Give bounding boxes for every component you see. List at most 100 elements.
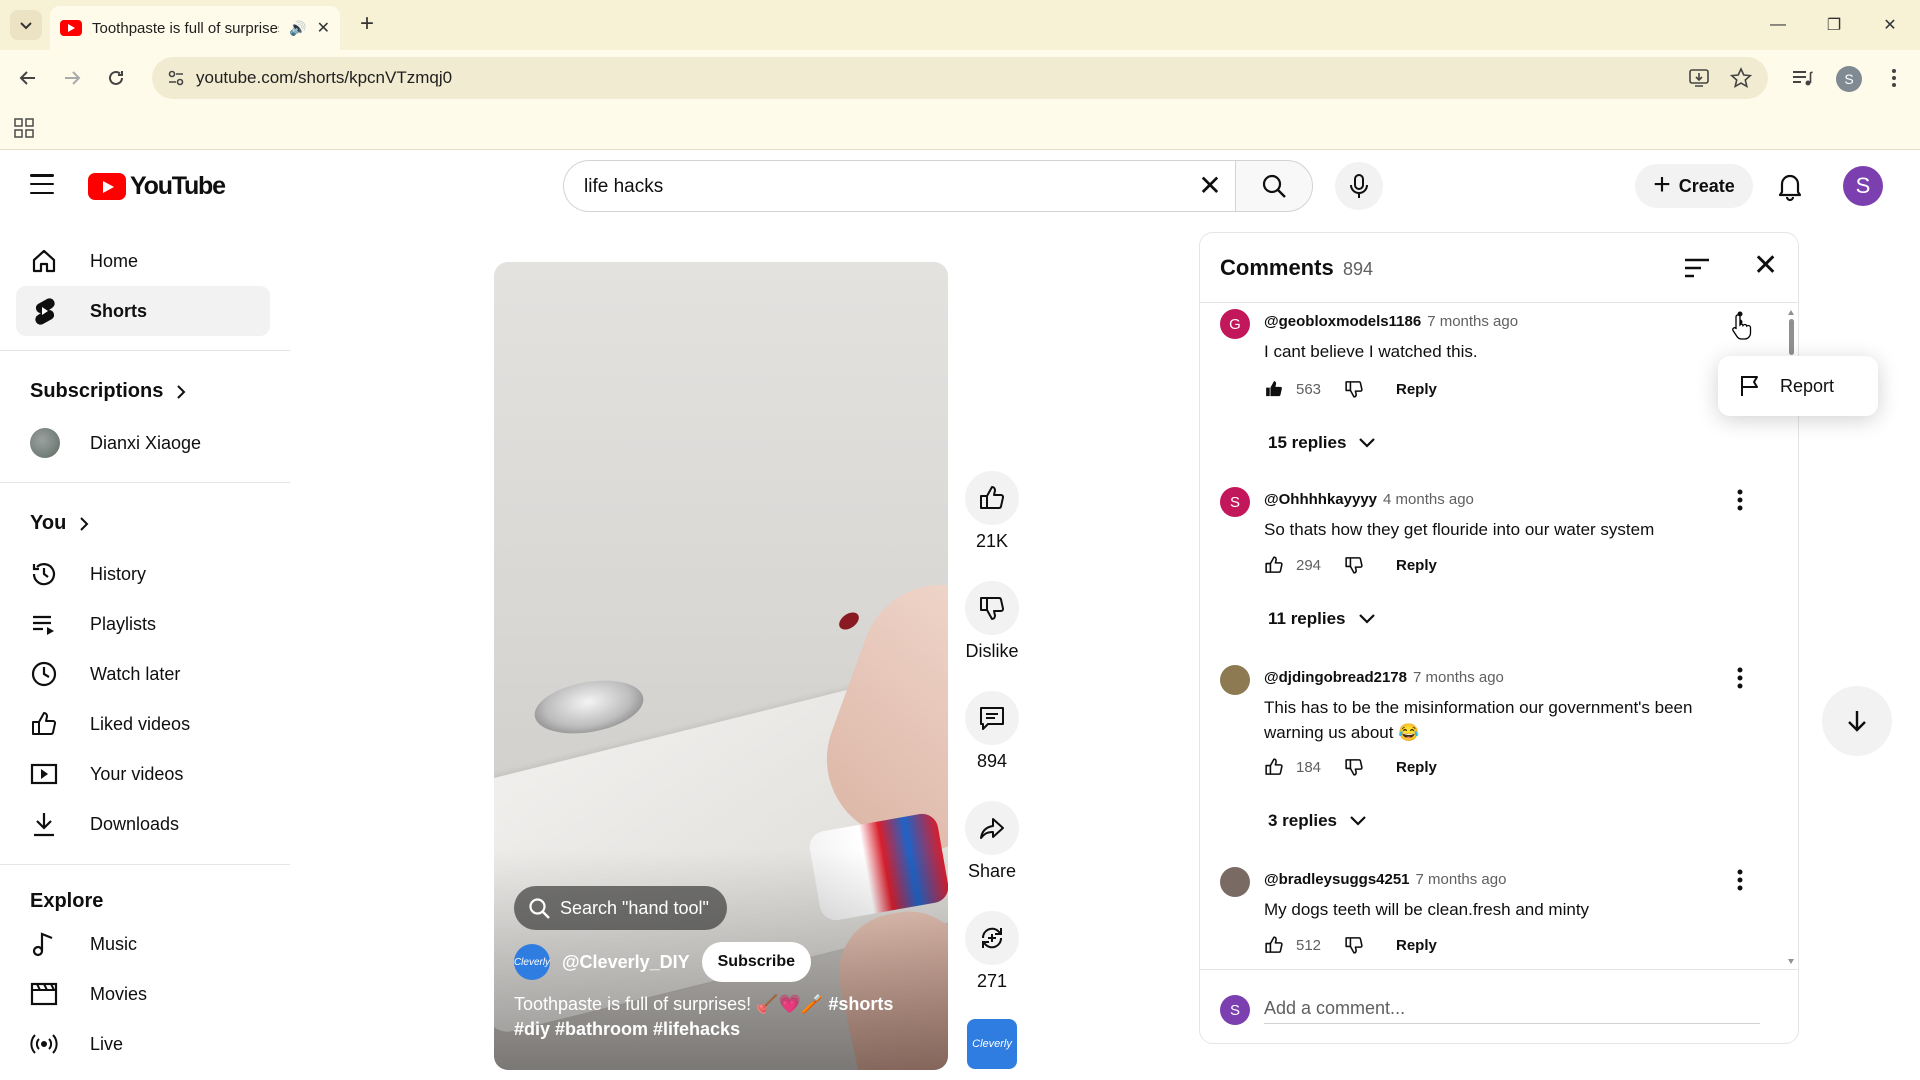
view-replies-button[interactable]: 11 replies [1268,609,1376,629]
more-vertical-icon[interactable] [1728,487,1752,517]
video-hashtag-shorts[interactable]: #shorts [828,994,893,1014]
video-search-chip[interactable]: Search "hand tool" [514,886,727,930]
view-replies-button[interactable]: 15 replies [1268,433,1376,453]
bookmarks-bar [0,106,1920,150]
thumbs-up-icon[interactable] [1264,935,1284,955]
more-vertical-icon[interactable] [1728,665,1752,695]
thumbs-up-icon[interactable] [1264,757,1284,777]
more-vertical-icon[interactable] [1728,867,1752,897]
sidebar-item-movies[interactable]: Movies [16,969,270,1019]
comment-time[interactable]: 7 months ago [1416,871,1507,888]
sidebar-item-liked-videos[interactable]: Liked videos [16,699,270,749]
thumbs-down-icon[interactable] [1344,757,1364,777]
like-action[interactable]: 21K [965,471,1019,552]
commenter-avatar[interactable] [1220,867,1250,897]
close-comments-icon[interactable]: ✕ [1753,251,1778,281]
comment-time[interactable]: 4 months ago [1383,491,1474,508]
shorts-video-player[interactable]: Search "hand tool" Cleverly @Cleverly_DI… [494,262,948,1070]
sort-icon[interactable] [1684,257,1710,279]
forward-button[interactable] [54,60,90,96]
audio-playing-icon[interactable]: 🔊 [289,20,306,37]
menu-hamburger-icon[interactable] [30,174,54,194]
video-title[interactable]: Toothpaste is full of surprises! 🪠💗🪥 #sh… [514,992,924,1042]
comments-scrollbar-thumb[interactable] [1789,319,1794,355]
search-query-text[interactable]: life hacks [584,176,663,198]
subscribe-button[interactable]: Subscribe [701,942,811,982]
create-button[interactable]: + Create [1635,164,1753,208]
commenter-avatar[interactable]: S [1220,487,1250,517]
you-heading[interactable]: You [30,512,90,535]
sidebar-item-watch-later[interactable]: Watch later [16,649,270,699]
address-bar[interactable]: youtube.com/shorts/kpcnVTzmqj0 [152,57,1768,99]
thumbs-up-icon[interactable] [1264,555,1284,575]
comment-author[interactable]: @geobloxmodels1186 [1264,313,1421,330]
remix-action[interactable]: 271 [965,911,1019,992]
thumbs-down-icon[interactable] [1344,555,1364,575]
voice-search-button[interactable] [1335,162,1383,210]
like-button[interactable] [965,471,1019,525]
comments-button[interactable] [965,691,1019,745]
comment-author[interactable]: @djdingobread2178 [1264,669,1407,686]
comments-action[interactable]: 894 [965,691,1019,772]
reload-button[interactable] [98,60,134,96]
sidebar-item-playlists[interactable]: Playlists [16,599,270,649]
youtube-logo[interactable]: YouTube [88,172,226,201]
remix-button[interactable] [965,911,1019,965]
sidebar-item-live[interactable]: Live [16,1019,270,1069]
commenter-avatar[interactable]: G [1220,309,1250,339]
sidebar-item-home[interactable]: Home [16,236,270,286]
comment-author[interactable]: @Ohhhhkayyyy [1264,491,1377,508]
comment-author[interactable]: @bradleysuggs4251 [1264,871,1410,888]
report-menu-item[interactable]: Report [1780,376,1834,397]
url-text[interactable]: youtube.com/shorts/kpcnVTzmqj0 [196,68,452,88]
minimize-window-button[interactable]: — [1750,0,1806,50]
search-input[interactable]: life hacks ✕ [563,160,1235,212]
clear-search-icon[interactable]: ✕ [1195,171,1225,201]
video-hashtags[interactable]: #diy #bathroom #lifehacks [514,1019,740,1039]
sidebar-item-dianxi-xiaoge[interactable]: Dianxi Xiaoge [16,418,270,468]
media-controls-icon[interactable] [1790,66,1814,90]
sidebar-item-downloads[interactable]: Downloads [16,799,270,849]
reply-button[interactable]: Reply [1396,557,1437,574]
comment-time[interactable]: 7 months ago [1413,669,1504,686]
search-button[interactable] [1235,160,1313,212]
browser-tab-active[interactable]: Toothpaste is full of surprises 🔊 ✕ [50,6,340,50]
thumbs-down-icon[interactable] [1344,379,1364,399]
reply-button[interactable]: Reply [1396,759,1437,776]
share-button[interactable] [965,801,1019,855]
reply-button[interactable]: Reply [1396,937,1437,954]
notifications-bell-icon[interactable] [1774,170,1806,202]
add-comment-input[interactable]: Add a comment... [1264,998,1760,1024]
sidebar-item-music[interactable]: Music [16,919,270,969]
commenter-avatar[interactable] [1220,665,1250,695]
sidebar-item-history[interactable]: History [16,549,270,599]
channel-name[interactable]: @Cleverly_DIY [562,952,690,973]
share-action[interactable]: Share [965,801,1019,882]
browser-profile-avatar[interactable]: S [1836,66,1862,92]
sidebar-item-your-videos[interactable]: Your videos [16,749,270,799]
dislike-button[interactable] [965,581,1019,635]
site-info-icon[interactable] [166,68,186,88]
next-short-button[interactable] [1822,686,1892,756]
sound-thumbnail[interactable]: Cleverly [967,1019,1017,1069]
back-button[interactable] [10,60,46,96]
comment-time[interactable]: 7 months ago [1427,313,1518,330]
tab-search-button[interactable] [10,10,42,40]
apps-grid-icon[interactable] [14,118,34,138]
reply-button[interactable]: Reply [1396,381,1437,398]
user-avatar[interactable]: S [1843,166,1883,206]
thumbs-up-filled-icon[interactable] [1264,379,1284,399]
view-replies-button[interactable]: 3 replies [1268,811,1367,831]
new-tab-button[interactable]: + [352,10,382,40]
dislike-action[interactable]: Dislike [965,581,1019,662]
tab-close-icon[interactable]: ✕ [317,18,330,38]
close-window-button[interactable]: ✕ [1862,0,1918,50]
browser-menu-icon[interactable] [1888,66,1900,90]
install-app-icon[interactable] [1688,67,1710,89]
bookmark-star-icon[interactable] [1730,67,1752,89]
sidebar-item-shorts[interactable]: Shorts [16,286,270,336]
thumbs-down-icon[interactable] [1344,935,1364,955]
channel-logo[interactable]: Cleverly [514,944,550,980]
restore-window-button[interactable]: ❐ [1806,0,1862,50]
subscriptions-heading[interactable]: Subscriptions [30,380,187,403]
